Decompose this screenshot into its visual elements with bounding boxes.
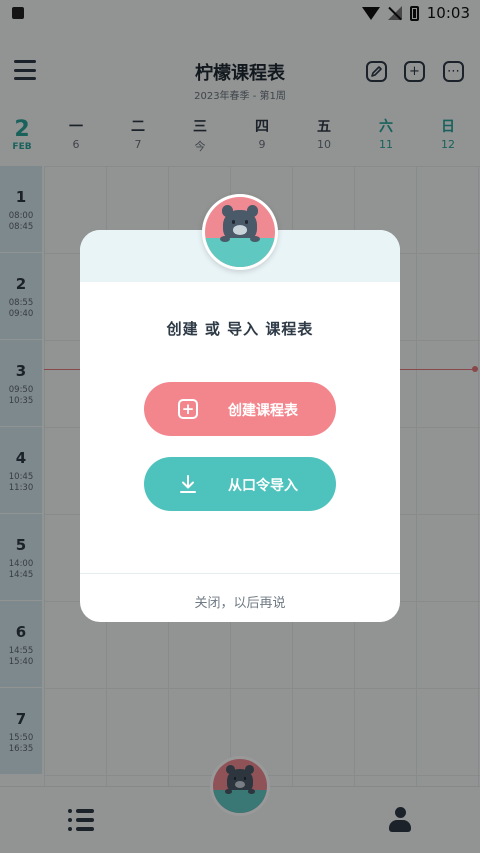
import-from-code-button[interactable]: 从口令导入 [144, 457, 336, 511]
create-timetable-label: 创建课程表 [228, 403, 298, 419]
add-icon: + [178, 399, 198, 419]
dialog-divider [80, 573, 400, 574]
import-from-code-label: 从口令导入 [228, 478, 298, 494]
create-timetable-button[interactable]: + 创建课程表 [144, 382, 336, 436]
dialog-avatar [202, 194, 278, 270]
close-later-button[interactable]: 关闭，以后再说 [80, 592, 400, 611]
dialog-title: 创建 或 导入 课程表 [166, 320, 314, 338]
create-import-dialog: 创建 或 导入 课程表 + 创建课程表 从口令导入 关闭，以后再说 [80, 230, 400, 622]
bear-mascot-icon [202, 194, 278, 270]
download-icon [180, 475, 196, 493]
